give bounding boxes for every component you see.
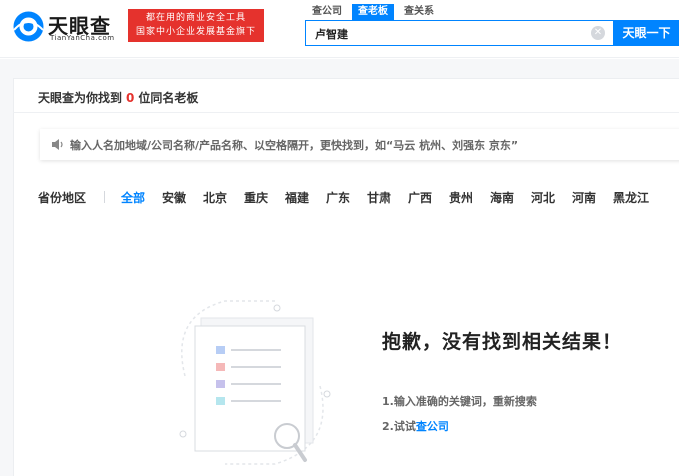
tab-company[interactable]: 查公司 [306, 4, 348, 20]
divider [13, 112, 679, 113]
region-anhui[interactable]: 安徽 [162, 189, 186, 206]
search-button[interactable]: 天眼一下 [614, 20, 679, 46]
empty-tip-2: 2.试试查公司 [382, 418, 449, 434]
slogan-line-2: 国家中小企业发展基金旗下 [135, 27, 256, 37]
region-hebei[interactable]: 河北 [531, 189, 555, 206]
region-guangxi[interactable]: 广西 [408, 189, 432, 206]
region-all[interactable]: 全部 [121, 189, 145, 206]
search-company-link[interactable]: 查公司 [416, 420, 449, 433]
result-count: 0 [126, 91, 135, 105]
speaker-icon [52, 139, 63, 150]
region-beijing[interactable]: 北京 [203, 189, 227, 206]
empty-tip-2-prefix: 2.试试 [382, 420, 416, 433]
result-prefix: 天眼查为你找到 [38, 91, 123, 105]
eye-logo-icon [13, 11, 44, 42]
empty-tip-1: 1.输入准确的关键词，重新搜索 [382, 395, 537, 408]
clear-icon[interactable]: ✕ [591, 26, 605, 40]
slogan-line-1: 都在用的商业安全工具 [145, 13, 246, 23]
hint-text: 输入人名加地域/公司名称/产品名称、以空格隔开，更快找到，如“马云 杭州、刘强东… [70, 139, 519, 152]
region-henan[interactable]: 河南 [572, 189, 596, 206]
result-suffix: 位同名老板 [138, 91, 199, 105]
region-chongqing[interactable]: 重庆 [244, 189, 268, 206]
search-input[interactable]: 卢智建 ✕ [305, 20, 614, 46]
result-summary: 天眼查为你找到 0 位同名老板 [38, 89, 198, 106]
search-tabs: 查公司 查老板 查关系 [306, 4, 444, 20]
region-guizhou[interactable]: 贵州 [449, 189, 473, 206]
search-input-value: 卢智建 [315, 28, 348, 41]
region-separator [104, 191, 105, 203]
region-gansu[interactable]: 甘肃 [367, 189, 391, 206]
empty-result-title: 抱歉，没有找到相关结果！ [382, 331, 623, 353]
tianyancha-logo[interactable]: 天眼查 TianYanCha.com [12, 8, 118, 44]
search-hint-bar: 输入人名加地域/公司名称/产品名称、以空格隔开，更快找到，如“马云 杭州、刘强东… [40, 129, 679, 160]
empty-result-illustration [179, 300, 331, 465]
region-filter-label: 省份地区 [38, 191, 87, 205]
region-guangdong[interactable]: 广东 [326, 189, 350, 206]
region-fujian[interactable]: 福建 [285, 189, 309, 206]
logo-subtext: TianYanCha.com [50, 34, 115, 42]
region-hainan[interactable]: 海南 [490, 189, 514, 206]
slogan-banner: 都在用的商业安全工具 国家中小企业发展基金旗下 [128, 9, 264, 42]
region-heilongjiang[interactable]: 黑龙江 [613, 189, 649, 206]
tab-boss[interactable]: 查老板 [352, 4, 394, 20]
top-header: 天眼查 TianYanCha.com 都在用的商业安全工具 国家中小企业发展基金… [0, 0, 679, 58]
tab-relation[interactable]: 查关系 [398, 4, 440, 20]
